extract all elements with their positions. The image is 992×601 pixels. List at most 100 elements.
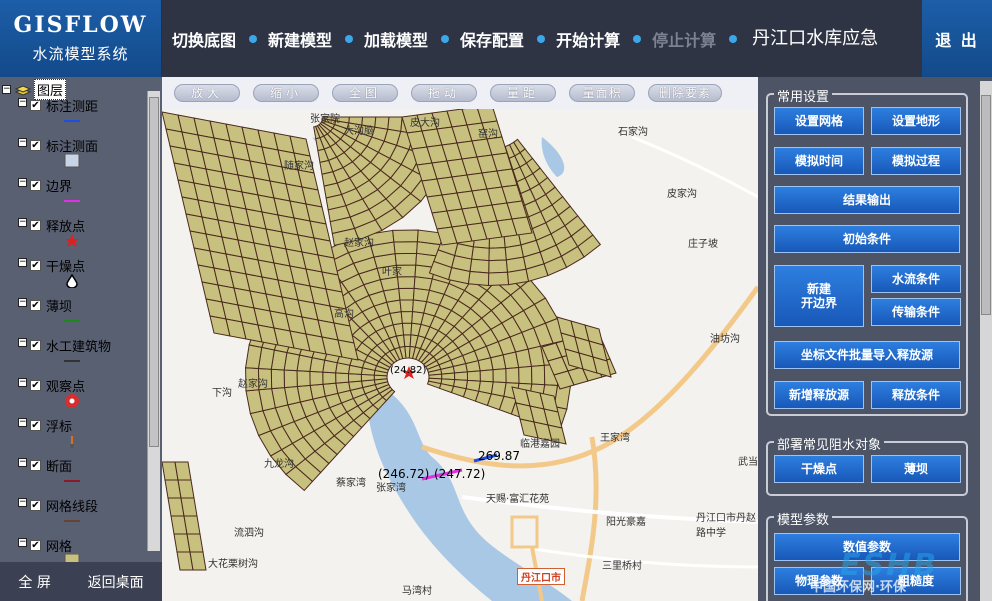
zoom-out-button[interactable]: 缩小 bbox=[253, 84, 319, 102]
grid-cell[interactable] bbox=[347, 373, 362, 383]
thin-dam-button[interactable]: 薄坝 bbox=[871, 455, 961, 483]
collapse-toggle-icon[interactable]: − bbox=[18, 338, 27, 347]
physical-params-button[interactable]: 物理参数 bbox=[774, 567, 864, 595]
delete-feature-button[interactable]: 删除要素 bbox=[648, 84, 723, 102]
collapse-toggle-icon[interactable]: − bbox=[18, 218, 27, 227]
grid-cell[interactable] bbox=[467, 270, 490, 287]
grid-cell[interactable] bbox=[177, 479, 195, 499]
collapse-toggle-icon[interactable]: − bbox=[18, 538, 27, 547]
scrollbar-thumb[interactable] bbox=[149, 97, 159, 447]
collapse-toggle-icon[interactable]: − bbox=[18, 378, 27, 387]
measure-area-button[interactable]: 量面积 bbox=[569, 84, 635, 102]
grid-cell[interactable] bbox=[399, 299, 414, 313]
zoom-in-button[interactable]: 放大 bbox=[174, 84, 240, 102]
collapse-toggle-icon[interactable]: − bbox=[18, 458, 27, 467]
map-view[interactable]: 放大 缩小 全图 拖动 量距 量面积 删除要素 张家院 大沟脑 皮大沟 窑沟 石家沟 随家沟 皮家沟 赵家… bbox=[162, 77, 758, 601]
grid-cell[interactable] bbox=[487, 271, 510, 286]
full-extent-button[interactable]: 全图 bbox=[332, 84, 398, 102]
grid-cell[interactable] bbox=[183, 515, 201, 535]
layer-checkbox[interactable]: ✔ bbox=[30, 540, 41, 551]
grid-cell[interactable] bbox=[518, 365, 533, 385]
release-conditions-button[interactable]: 释放条件 bbox=[871, 381, 961, 409]
grid-cell[interactable] bbox=[506, 268, 530, 286]
collapse-toggle-icon[interactable]: − bbox=[2, 85, 11, 94]
collapse-toggle-icon[interactable]: − bbox=[18, 498, 27, 507]
layer-scrollbar[interactable] bbox=[147, 91, 160, 551]
back-to-desktop-button[interactable]: 返回桌面 bbox=[88, 572, 144, 592]
start-compute-button[interactable]: 开始计算 bbox=[556, 27, 620, 51]
grid-cell[interactable] bbox=[396, 276, 416, 289]
grid-cell[interactable] bbox=[401, 322, 413, 336]
grid-cell[interactable] bbox=[488, 247, 507, 262]
new-open-boundary-button[interactable]: 新建 开边界 bbox=[774, 265, 864, 327]
stop-compute-button[interactable]: 停止计算 bbox=[652, 27, 716, 51]
grid-cell[interactable] bbox=[322, 371, 337, 385]
flow-conditions-button[interactable]: 水流条件 bbox=[871, 265, 961, 293]
fullscreen-button[interactable]: 全 屏 bbox=[18, 572, 50, 592]
collapse-toggle-icon[interactable]: − bbox=[18, 418, 27, 427]
scrollbar-thumb[interactable] bbox=[981, 95, 991, 315]
sim-process-button[interactable]: 模拟过程 bbox=[871, 147, 961, 175]
switch-basemap-button[interactable]: 切换底图 bbox=[172, 27, 236, 51]
grid-cell[interactable] bbox=[270, 368, 285, 390]
grid-cell[interactable] bbox=[471, 246, 490, 262]
layer-checkbox[interactable]: ✔ bbox=[30, 100, 41, 111]
grid-cell[interactable] bbox=[309, 370, 324, 386]
new-model-button[interactable]: 新建模型 bbox=[268, 27, 332, 51]
load-model-button[interactable]: 加载模型 bbox=[364, 27, 428, 51]
grid-cell[interactable] bbox=[189, 551, 207, 571]
layer-checkbox[interactable]: ✔ bbox=[30, 420, 41, 431]
grid-cell[interactable] bbox=[505, 366, 520, 384]
initial-conditions-button[interactable]: 初始条件 bbox=[774, 225, 960, 253]
map-canvas[interactable] bbox=[162, 77, 758, 601]
result-output-button[interactable]: 结果输出 bbox=[774, 186, 960, 214]
dry-point-button[interactable]: 干燥点 bbox=[774, 455, 864, 483]
collapse-toggle-icon[interactable]: − bbox=[18, 258, 27, 267]
collapse-toggle-icon[interactable]: − bbox=[18, 178, 27, 187]
layer-checkbox[interactable]: ✔ bbox=[30, 220, 41, 231]
sim-time-button[interactable]: 模拟时间 bbox=[774, 147, 864, 175]
grid-cell[interactable] bbox=[400, 310, 414, 324]
grid-cell[interactable] bbox=[393, 241, 418, 255]
transport-conditions-button[interactable]: 传输条件 bbox=[871, 298, 961, 326]
grid-cell[interactable] bbox=[466, 370, 481, 382]
save-config-button[interactable]: 保存配置 bbox=[460, 27, 524, 51]
panel-scrollbar[interactable] bbox=[980, 81, 992, 601]
collapse-toggle-icon[interactable]: − bbox=[18, 298, 27, 307]
layer-checkbox[interactable]: ✔ bbox=[30, 380, 41, 391]
add-release-source-button[interactable]: 新增释放源 bbox=[774, 381, 864, 409]
collapse-toggle-icon[interactable]: − bbox=[18, 138, 27, 147]
grid-cell[interactable] bbox=[180, 497, 198, 517]
batch-import-release-button[interactable]: 坐标文件批量导入释放源 bbox=[774, 341, 960, 369]
set-grid-button[interactable]: 设置网格 bbox=[774, 107, 864, 135]
grid-cell[interactable] bbox=[479, 369, 494, 383]
grid-cell[interactable] bbox=[186, 533, 204, 553]
set-terrain-button[interactable]: 设置地形 bbox=[871, 107, 961, 135]
grid-cell[interactable] bbox=[488, 259, 508, 274]
exit-button[interactable]: 退 出 bbox=[922, 0, 992, 77]
layer-checkbox[interactable]: ✔ bbox=[30, 460, 41, 471]
measure-distance-button[interactable]: 量距 bbox=[490, 84, 556, 102]
roughness-button[interactable]: 粗糙度 bbox=[871, 567, 961, 595]
grid-cell[interactable] bbox=[392, 229, 419, 243]
pan-button[interactable]: 拖动 bbox=[411, 84, 477, 102]
collapse-toggle-icon[interactable]: − bbox=[18, 98, 27, 107]
layer-checkbox[interactable]: ✔ bbox=[30, 340, 41, 351]
layer-checkbox[interactable]: ✔ bbox=[30, 500, 41, 511]
grid-cell[interactable] bbox=[335, 372, 350, 384]
grid-cell[interactable] bbox=[531, 364, 546, 386]
layer-checkbox[interactable]: ✔ bbox=[30, 260, 41, 271]
grid-cell[interactable] bbox=[244, 344, 263, 370]
green-line-icon bbox=[64, 320, 80, 322]
grid-cell[interactable] bbox=[469, 258, 490, 274]
layer-checkbox[interactable]: ✔ bbox=[30, 300, 41, 311]
grid-cell[interactable] bbox=[296, 370, 311, 388]
grid-cell[interactable] bbox=[454, 371, 469, 381]
grid-cell[interactable] bbox=[492, 368, 507, 384]
grid-cell[interactable] bbox=[283, 369, 298, 389]
layer-checkbox[interactable]: ✔ bbox=[30, 180, 41, 191]
grid-cell[interactable] bbox=[398, 287, 415, 301]
grid-cell[interactable] bbox=[174, 461, 192, 481]
layer-checkbox[interactable]: ✔ bbox=[30, 140, 41, 151]
numeric-params-button[interactable]: 数值参数 bbox=[774, 533, 960, 561]
